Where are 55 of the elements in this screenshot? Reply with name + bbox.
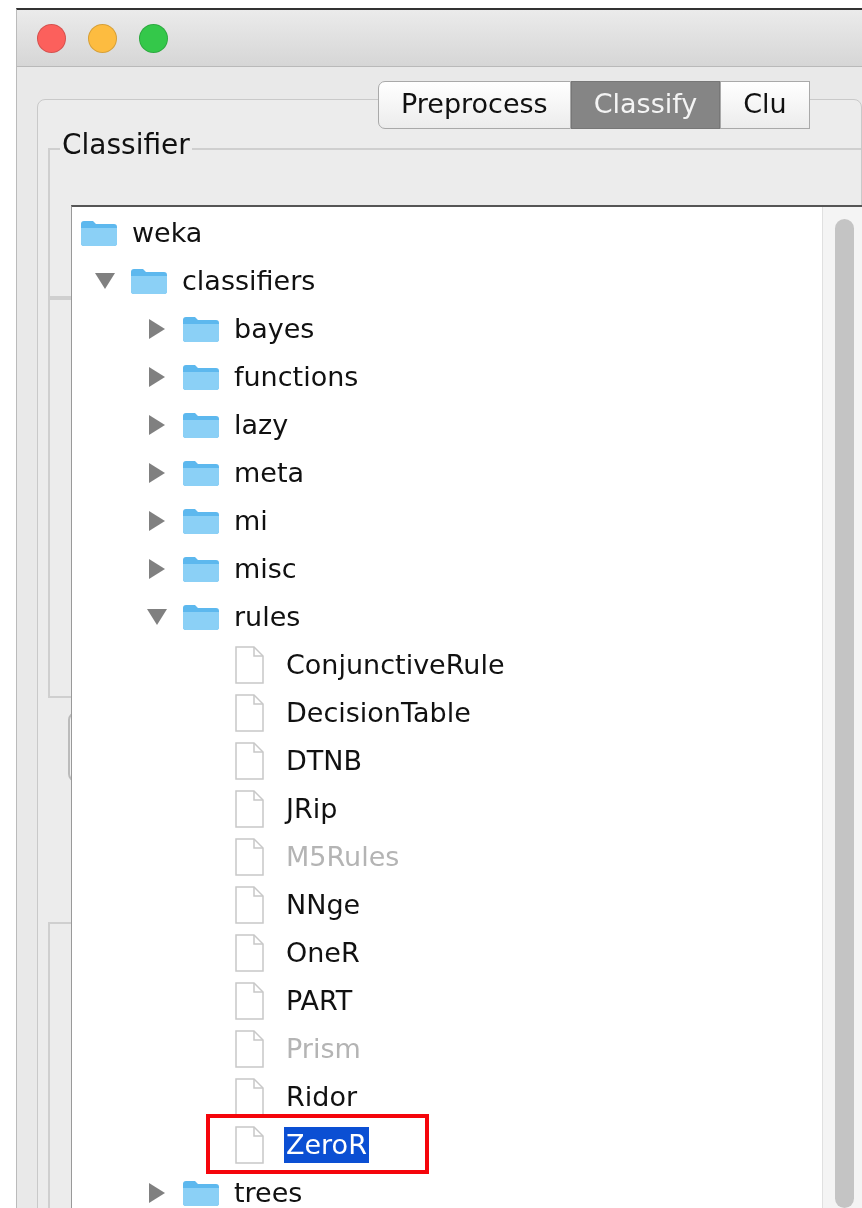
tab[interactable]: Preprocess	[378, 81, 571, 129]
document-icon	[234, 646, 264, 684]
tree-item-label[interactable]: misc	[232, 551, 299, 587]
scrollbar-thumb[interactable]	[835, 219, 854, 1208]
tree-item-label[interactable]: Ridor	[284, 1079, 360, 1115]
tree-item-label[interactable]: OneR	[284, 935, 362, 971]
tree-item-label[interactable]: trees	[232, 1175, 305, 1208]
document-icon	[234, 1078, 264, 1116]
document-icon	[234, 838, 264, 876]
document-icon	[234, 1126, 264, 1164]
tree-item-label[interactable]: rules	[232, 599, 303, 635]
expand-arrow-icon[interactable]	[147, 510, 166, 532]
document-icon	[234, 1030, 264, 1068]
tree-item-label[interactable]: ZeroR	[284, 1127, 369, 1163]
folder-icon	[182, 411, 220, 439]
expand-arrow-icon[interactable]	[147, 318, 166, 340]
close-button[interactable]	[37, 23, 66, 53]
tree-item-label[interactable]: functions	[232, 359, 361, 395]
tab[interactable]: Clu	[720, 81, 810, 129]
expand-arrow-icon[interactable]	[147, 366, 166, 388]
collapse-arrow-icon[interactable]	[93, 272, 116, 290]
tree-item-label[interactable]: weka	[130, 215, 205, 251]
tree-item-label[interactable]: meta	[232, 455, 307, 491]
expand-arrow-icon[interactable]	[147, 558, 166, 580]
tree-item-label[interactable]: ConjunctiveRule	[284, 647, 507, 683]
expand-arrow-icon[interactable]	[147, 462, 166, 484]
document-icon	[234, 694, 264, 732]
tree-item-label[interactable]: DecisionTable	[284, 695, 473, 731]
folder-icon	[182, 1179, 220, 1207]
document-icon	[234, 790, 264, 828]
document-icon	[234, 742, 264, 780]
tree-item-label[interactable]: mi	[232, 503, 270, 539]
expand-arrow-icon[interactable]	[147, 1182, 166, 1204]
scrollbar[interactable]	[822, 207, 862, 1208]
expand-arrow-icon[interactable]	[147, 414, 166, 436]
document-icon	[234, 886, 264, 924]
zoom-button[interactable]	[139, 23, 168, 53]
tree-item-label[interactable]: DTNB	[284, 743, 364, 779]
tree-item-label[interactable]: NNge	[284, 887, 363, 923]
collapse-arrow-icon[interactable]	[145, 608, 168, 626]
tree-item-label[interactable]: PART	[284, 983, 355, 1019]
tree-item-label[interactable]: classifiers	[180, 263, 318, 299]
folder-icon	[182, 315, 220, 343]
folder-icon	[182, 603, 220, 631]
tree-item-label[interactable]: JRip	[284, 791, 340, 827]
folder-icon	[182, 363, 220, 391]
document-icon	[234, 934, 264, 972]
folder-icon	[130, 267, 168, 295]
document-icon	[234, 982, 264, 1020]
tree-item-label[interactable]: lazy	[232, 407, 291, 443]
folder-icon	[182, 555, 220, 583]
folder-icon	[182, 507, 220, 535]
tree-item-label[interactable]: bayes	[232, 311, 317, 347]
folder-icon	[80, 219, 118, 247]
folder-icon	[182, 459, 220, 487]
